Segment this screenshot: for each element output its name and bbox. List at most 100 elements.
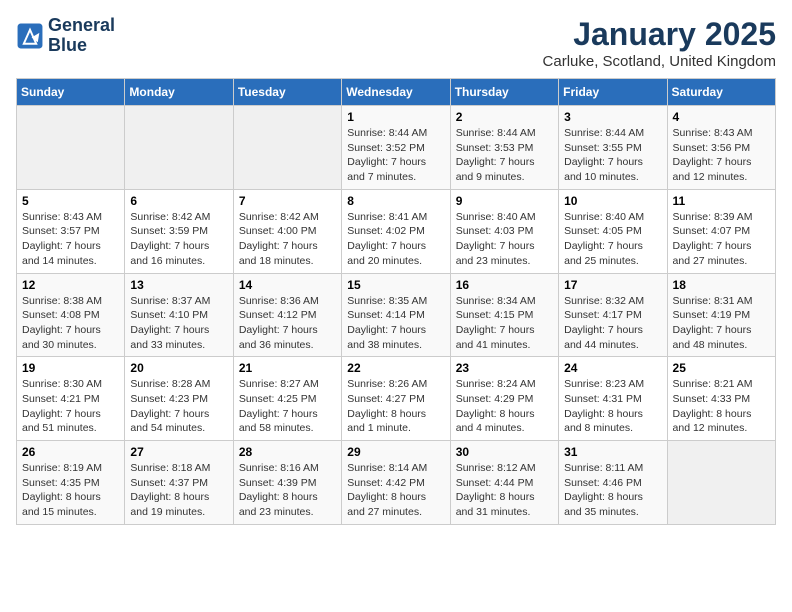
calendar-cell: 14Sunrise: 8:36 AMSunset: 4:12 PMDayligh… — [233, 273, 341, 357]
day-number: 30 — [456, 445, 553, 459]
day-number: 12 — [22, 278, 119, 292]
day-info: Sunrise: 8:24 AMSunset: 4:29 PMDaylight:… — [456, 377, 553, 436]
logo-icon — [16, 22, 44, 50]
calendar-cell: 15 Sunrise: 8:35 AMSunset: 4:14 PMDayligh… — [342, 273, 450, 357]
day-header-wednesday: Wednesday — [342, 79, 450, 106]
day-number: 5 — [22, 194, 119, 208]
day-info: Sunrise: 8:11 AMSunset: 4:46 PMDaylight:… — [564, 461, 661, 520]
day-number: 2 — [456, 110, 553, 124]
day-info: Sunrise: 8:28 AMSunset: 4:23 PMDaylight:… — [130, 377, 227, 436]
day-info: Sunrise: 8:27 AMSunset: 4:25 PMDaylight:… — [239, 377, 336, 436]
calendar-subtitle: Carluke, Scotland, United Kingdom — [543, 53, 776, 70]
calendar-cell: 2 Sunrise: 8:44 AMSunset: 3:53 PMDaylight… — [450, 106, 558, 190]
day-info: Sunrise: 8:18 AMSunset: 4:37 PMDaylight:… — [130, 461, 227, 520]
day-info: Sunrise: 8:42 AMSunset: 4:00 PMDaylight:… — [239, 210, 336, 269]
day-info: Sunrise: 8:32 AMSunset: 4:17 PMDaylight:… — [564, 294, 661, 353]
calendar-cell: 11Sunrise: 8:39 AMSunset: 4:07 PMDayligh… — [667, 189, 775, 273]
calendar-cell: 10Sunrise: 8:40 AMSunset: 4:05 PMDayligh… — [559, 189, 667, 273]
calendar-cell: 8Sunrise: 8:41 AMSunset: 4:02 PMDaylight… — [342, 189, 450, 273]
calendar-cell: 27 Sunrise: 8:18 AMSunset: 4:37 PMDayligh… — [125, 441, 233, 525]
day-number: 15 — [347, 278, 444, 292]
day-info: Sunrise: 8:43 AMSunset: 3:57 PMDaylight:… — [22, 210, 119, 269]
day-number: 29 — [347, 445, 444, 459]
calendar-cell: 30Sunrise: 8:12 AMSunset: 4:44 PMDayligh… — [450, 441, 558, 525]
day-number: 21 — [239, 361, 336, 375]
day-info: Sunrise: 8:43 AMSunset: 3:56 PMDaylight:… — [673, 126, 770, 185]
calendar-cell: 21 Sunrise: 8:27 AMSunset: 4:25 PMDayligh… — [233, 357, 341, 441]
day-number: 16 — [456, 278, 553, 292]
calendar-cell: 20Sunrise: 8:28 AMSunset: 4:23 PMDayligh… — [125, 357, 233, 441]
calendar-cell: 12Sunrise: 8:38 AMSunset: 4:08 PMDayligh… — [17, 273, 125, 357]
day-number: 18 — [673, 278, 770, 292]
calendar-week-3: 12Sunrise: 8:38 AMSunset: 4:08 PMDayligh… — [17, 273, 776, 357]
day-info: Sunrise: 8:40 AMSunset: 4:05 PMDaylight:… — [564, 210, 661, 269]
day-info: Sunrise: 8:44 AMSunset: 3:55 PMDaylight:… — [564, 126, 661, 185]
calendar-cell: 1Sunrise: 8:44 AMSunset: 3:52 PMDaylight… — [342, 106, 450, 190]
day-info: Sunrise: 8:42 AMSunset: 3:59 PMDaylight:… — [130, 210, 227, 269]
calendar-cell — [667, 441, 775, 525]
calendar-cell — [233, 106, 341, 190]
day-number: 23 — [456, 361, 553, 375]
day-header-sunday: Sunday — [17, 79, 125, 106]
day-info: Sunrise: 8:23 AMSunset: 4:31 PMDaylight:… — [564, 377, 661, 436]
day-info: Sunrise: 8:35 AMSunset: 4:14 PMDaylight:… — [347, 294, 444, 353]
day-info: Sunrise: 8:44 AMSunset: 3:53 PMDaylight:… — [456, 126, 553, 185]
day-info: Sunrise: 8:30 AMSunset: 4:21 PMDaylight:… — [22, 377, 119, 436]
calendar-cell: 23 Sunrise: 8:24 AMSunset: 4:29 PMDayligh… — [450, 357, 558, 441]
title-block: January 2025 Carluke, Scotland, United K… — [543, 16, 776, 70]
calendar-cell: 16 Sunrise: 8:34 AMSunset: 4:15 PMDayligh… — [450, 273, 558, 357]
calendar-cell: 3 Sunrise: 8:44 AMSunset: 3:55 PMDaylight… — [559, 106, 667, 190]
day-number: 17 — [564, 278, 661, 292]
day-info: Sunrise: 8:37 AMSunset: 4:10 PMDaylight:… — [130, 294, 227, 353]
calendar-week-1: 1Sunrise: 8:44 AMSunset: 3:52 PMDaylight… — [17, 106, 776, 190]
calendar-cell: 22 Sunrise: 8:26 AMSunset: 4:27 PMDayligh… — [342, 357, 450, 441]
calendar-cell — [17, 106, 125, 190]
calendar-cell: 9 Sunrise: 8:40 AMSunset: 4:03 PMDaylight… — [450, 189, 558, 273]
calendar-title: January 2025 — [543, 16, 776, 53]
calendar-week-5: 26 Sunrise: 8:19 AMSunset: 4:35 PMDayligh… — [17, 441, 776, 525]
day-info: Sunrise: 8:26 AMSunset: 4:27 PMDaylight:… — [347, 377, 444, 436]
day-info: Sunrise: 8:31 AMSunset: 4:19 PMDaylight:… — [673, 294, 770, 353]
day-number: 11 — [673, 194, 770, 208]
day-number: 1 — [347, 110, 444, 124]
calendar-cell: 26 Sunrise: 8:19 AMSunset: 4:35 PMDayligh… — [17, 441, 125, 525]
day-header-thursday: Thursday — [450, 79, 558, 106]
day-info: Sunrise: 8:34 AMSunset: 4:15 PMDaylight:… — [456, 294, 553, 353]
page-header: General Blue January 2025 Carluke, Scotl… — [16, 16, 776, 70]
calendar-cell: 17 Sunrise: 8:32 AMSunset: 4:17 PMDayligh… — [559, 273, 667, 357]
day-number: 19 — [22, 361, 119, 375]
day-info: Sunrise: 8:21 AMSunset: 4:33 PMDaylight:… — [673, 377, 770, 436]
day-number: 31 — [564, 445, 661, 459]
calendar-cell — [125, 106, 233, 190]
day-header-friday: Friday — [559, 79, 667, 106]
day-info: Sunrise: 8:41 AMSunset: 4:02 PMDaylight:… — [347, 210, 444, 269]
calendar-cell: 7 Sunrise: 8:42 AMSunset: 4:00 PMDaylight… — [233, 189, 341, 273]
day-header-monday: Monday — [125, 79, 233, 106]
calendar-cell: 13 Sunrise: 8:37 AMSunset: 4:10 PMDayligh… — [125, 273, 233, 357]
calendar-cell: 31 Sunrise: 8:11 AMSunset: 4:46 PMDayligh… — [559, 441, 667, 525]
day-info: Sunrise: 8:19 AMSunset: 4:35 PMDaylight:… — [22, 461, 119, 520]
calendar-cell: 5 Sunrise: 8:43 AMSunset: 3:57 PMDaylight… — [17, 189, 125, 273]
day-number: 9 — [456, 194, 553, 208]
day-number: 3 — [564, 110, 661, 124]
day-number: 26 — [22, 445, 119, 459]
calendar-cell: 6 Sunrise: 8:42 AMSunset: 3:59 PMDaylight… — [125, 189, 233, 273]
day-number: 24 — [564, 361, 661, 375]
day-header-saturday: Saturday — [667, 79, 775, 106]
day-number: 13 — [130, 278, 227, 292]
day-info: Sunrise: 8:14 AMSunset: 4:42 PMDaylight:… — [347, 461, 444, 520]
day-info: Sunrise: 8:40 AMSunset: 4:03 PMDaylight:… — [456, 210, 553, 269]
calendar-cell: 28Sunrise: 8:16 AMSunset: 4:39 PMDayligh… — [233, 441, 341, 525]
logo-line1: General — [48, 16, 115, 36]
calendar-cell: 4Sunrise: 8:43 AMSunset: 3:56 PMDaylight… — [667, 106, 775, 190]
day-number: 6 — [130, 194, 227, 208]
day-number: 7 — [239, 194, 336, 208]
day-number: 22 — [347, 361, 444, 375]
calendar-table: SundayMondayTuesdayWednesdayThursdayFrid… — [16, 78, 776, 525]
day-number: 27 — [130, 445, 227, 459]
calendar-cell: 29 Sunrise: 8:14 AMSunset: 4:42 PMDayligh… — [342, 441, 450, 525]
calendar-week-2: 5 Sunrise: 8:43 AMSunset: 3:57 PMDaylight… — [17, 189, 776, 273]
calendar-week-4: 19 Sunrise: 8:30 AMSunset: 4:21 PMDayligh… — [17, 357, 776, 441]
day-number: 25 — [673, 361, 770, 375]
calendar-cell: 25 Sunrise: 8:21 AMSunset: 4:33 PMDayligh… — [667, 357, 775, 441]
